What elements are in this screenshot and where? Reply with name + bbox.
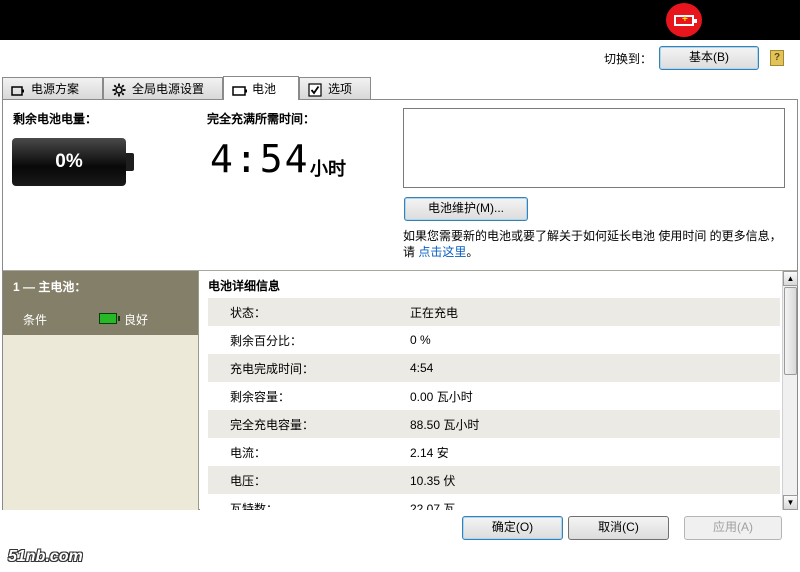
tab-bar: 电源方案 全局电源设置 电池 选项 [0, 76, 800, 100]
detail-key: 瓦特数： [230, 501, 279, 511]
battery-details-section: 1 — 主电池： 条件 良好 电池详细信息 状态： 正在充电 剩余百分比： 0 % … [3, 270, 798, 510]
scroll-down-arrow-icon[interactable]: ▼ [783, 495, 798, 510]
tab-power-plans[interactable]: 电源方案 [2, 77, 103, 99]
battery-list: 1 — 主电池： 条件 良好 [3, 271, 199, 510]
battery-detail-pane: 电池详细信息 状态： 正在充电 剩余百分比： 0 % 充电完成时间： 4:54 剩余容… [200, 271, 782, 510]
click-here-link[interactable]: 点击这里 [418, 245, 466, 259]
battery-maintenance-button[interactable]: 电池维护(M)... [404, 197, 528, 221]
battery-gauge-tip [126, 153, 134, 171]
window-body: 切换到： 基本(B) ? 电源方案 全局电源设置 电池 选项 剩余电池电量： 0… [0, 40, 800, 572]
info-text-after: 。 [466, 245, 479, 259]
help-icon[interactable]: ? [770, 50, 784, 66]
detail-value: 88.50 瓦小时 [410, 417, 480, 432]
watermark: 51nb.com [8, 548, 83, 565]
detail-value: 0 % [410, 333, 431, 347]
checkbox-icon [308, 82, 322, 97]
battery-info-text: 如果您需要新的电池或要了解关于如何延长电池 使用时间 的更多信息，请 点击这里。 [403, 228, 793, 260]
detail-key: 剩余容量： [230, 389, 291, 404]
detail-row: 电压： 10.35 伏 [208, 466, 780, 494]
detail-row: 剩余百分比： 0 % [208, 326, 780, 354]
detail-key: 完全充电容量： [230, 417, 315, 432]
battery-percent: 0% [55, 151, 83, 172]
detail-title: 电池详细信息 [208, 279, 281, 293]
detail-scrollbar[interactable]: ▲ ▼ [782, 271, 798, 510]
charge-time-unit: 小时 [310, 159, 346, 179]
info-box [403, 108, 785, 188]
tab-label: 全局电源设置 [132, 81, 205, 96]
scrollbar-thumb[interactable] [784, 287, 797, 375]
battery-status-icon[interactable]: + [666, 3, 702, 37]
battery-level-gauge: 0% [12, 138, 126, 186]
battery-list-item-main[interactable]: 1 — 主电池： [3, 271, 198, 301]
condition-value: 良好 [124, 313, 149, 327]
remaining-charge-label: 剩余电池电量： [13, 112, 98, 126]
ok-button[interactable]: 确定(O) [462, 516, 563, 540]
detail-key: 状态： [230, 305, 267, 320]
tab-global-power-settings[interactable]: 全局电源设置 [103, 77, 223, 99]
detail-value: 4:54 [410, 361, 434, 375]
tab-battery[interactable]: 电池 [223, 76, 299, 100]
battery-outline-icon [232, 83, 247, 96]
title-bar: + [0, 0, 800, 40]
battery-panel: 剩余电池电量： 0% 完全充满所需时间： 4:54 小时 电池维护(M)... … [2, 99, 798, 510]
detail-value: 正在充电 [410, 305, 459, 320]
battery-good-icon [99, 313, 120, 324]
tab-label: 选项 [328, 81, 353, 96]
detail-key: 充电完成时间： [230, 361, 315, 376]
battery-outline-icon [11, 83, 25, 96]
switch-to-label: 切换到： [604, 52, 653, 66]
detail-value: 2.14 安 [410, 445, 449, 460]
detail-row: 剩余容量： 0.00 瓦小时 [208, 382, 780, 410]
detail-table: 状态： 正在充电 剩余百分比： 0 % 充电完成时间： 4:54 剩余容量： 0.00 … [208, 298, 780, 510]
charge-time-label: 完全充满所需时间： [207, 112, 316, 126]
scroll-up-arrow-icon[interactable]: ▲ [783, 271, 798, 286]
detail-row: 状态： 正在充电 [208, 298, 780, 326]
apply-button[interactable]: 应用(A) [684, 516, 782, 540]
detail-value: 22.07 瓦 [410, 501, 456, 511]
detail-row: 完全充电容量： 88.50 瓦小时 [208, 410, 780, 438]
detail-value: 10.35 伏 [410, 473, 456, 488]
charge-time-value: 4:54 [210, 137, 310, 181]
detail-value: 0.00 瓦小时 [410, 389, 473, 404]
cancel-button[interactable]: 取消(C) [568, 516, 669, 540]
detail-row: 充电完成时间： 4:54 [208, 354, 780, 382]
battery-name: 1 — 主电池： [13, 280, 87, 294]
gear-icon [112, 83, 126, 96]
detail-key: 电压： [230, 473, 267, 488]
detail-row: 电流： 2.14 安 [208, 438, 780, 466]
basic-mode-button[interactable]: 基本(B) [659, 46, 759, 70]
detail-key: 剩余百分比： [230, 333, 303, 348]
detail-row: 瓦特数： 22.07 瓦 [208, 494, 780, 511]
tab-label: 电源方案 [31, 81, 80, 96]
condition-label: 条件 [23, 313, 48, 327]
tab-options[interactable]: 选项 [299, 77, 371, 99]
detail-key: 电流： [230, 445, 267, 460]
tab-label: 电池 [252, 81, 277, 96]
